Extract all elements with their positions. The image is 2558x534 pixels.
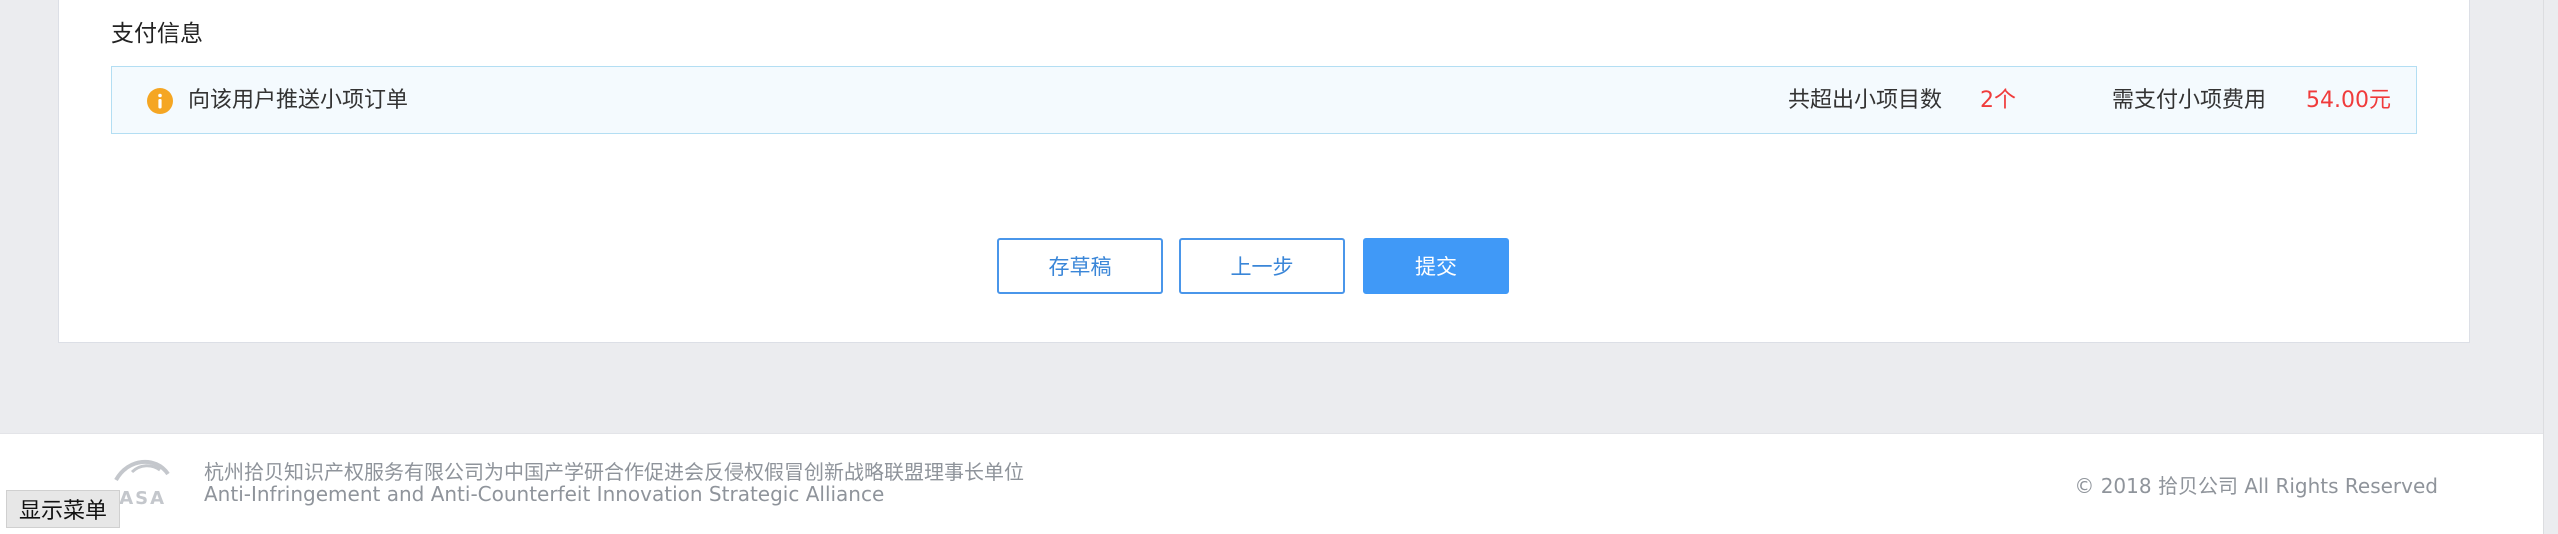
previous-step-button[interactable]: 上一步 [1179, 238, 1345, 294]
save-draft-button[interactable]: 存草稿 [997, 238, 1163, 294]
footer-en-line: Anti-Infringement and Anti-Counterfeit I… [204, 482, 885, 506]
exceed-count-value: 2个 [1980, 88, 2016, 113]
payment-card: 支付信息 向该用户推送小项订单 共超出小项目数 2个 需支付小项费用 54.00… [58, 0, 2470, 343]
footer-cn-line: 杭州拾贝知识产权服务有限公司为中国产学研合作促进会反侵权假冒创新战略联盟理事长单… [204, 460, 1024, 484]
fee-label: 需支付小项费用 [2112, 88, 2267, 113]
page: 支付信息 向该用户推送小项订单 共超出小项目数 2个 需支付小项费用 54.00… [0, 0, 2558, 534]
submit-button[interactable]: 提交 [1363, 238, 1509, 294]
exceed-count-label: 共超出小项目数 [1788, 88, 1943, 113]
notice-text: 向该用户推送小项订单 [188, 88, 409, 113]
payment-notice-bar: 向该用户推送小项订单 共超出小项目数 2个 需支付小项费用 54.00元 [111, 66, 2417, 134]
fee-value: 54.00元 [2306, 88, 2391, 113]
page-scrollbar[interactable] [2543, 0, 2558, 534]
show-menu-button[interactable]: 显示菜单 [6, 490, 121, 528]
footer-copyright: © 2018 拾贝公司 All Rights Reserved [2074, 474, 2438, 498]
info-icon [146, 87, 174, 115]
footer: CASA 杭州拾贝知识产权服务有限公司为中国产学研合作促进会反侵权假冒创新战略联… [0, 433, 2558, 534]
section-title: 支付信息 [111, 21, 203, 47]
